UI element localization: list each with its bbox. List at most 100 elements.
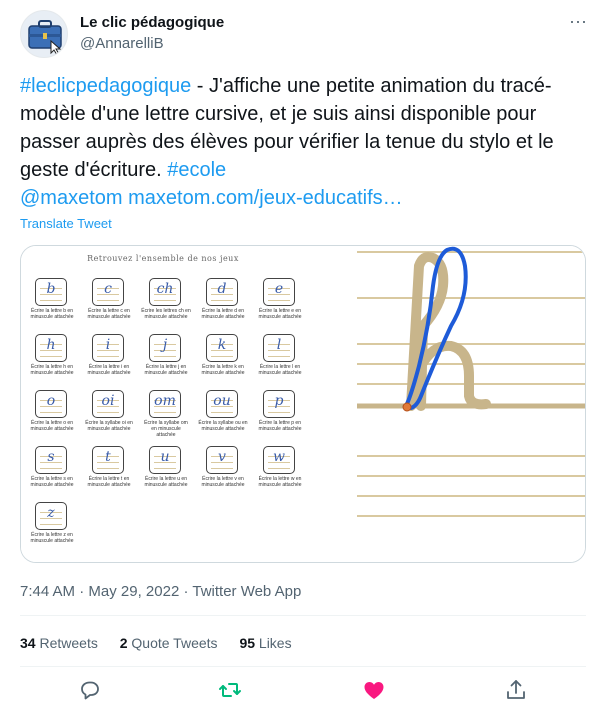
tile-caption: Écrire la lettre o en minuscule attachée: [30, 420, 74, 432]
game-tile: o Écrire la lettre o en minuscule attaché…: [30, 390, 83, 438]
hashtag-link[interactable]: #ecole: [167, 159, 226, 181]
quote-tweets-stat[interactable]: 2 Quote Tweets: [120, 635, 218, 651]
game-tile: j Écrire la lettre j en minuscule attaché…: [144, 334, 197, 382]
games-grid-image: Retrouvez l'ensemble de nos jeux b Écrire…: [21, 246, 305, 562]
reply-icon: [81, 681, 99, 700]
tile-letter: b: [46, 281, 56, 297]
likes-stat[interactable]: 95 Likes: [239, 635, 291, 651]
retweet-button[interactable]: [218, 678, 248, 708]
retweets-label: Retweets: [39, 635, 98, 651]
tweet-date[interactable]: May 29, 2022: [88, 583, 179, 600]
tile-caption: Écrire les lettres ch en minuscule attac…: [141, 308, 191, 320]
retweet-icon: [219, 683, 241, 697]
game-tile: ou Écrire la syllabe ou en minuscule atta…: [198, 390, 254, 438]
game-tile: z Écrire la lettre z en minuscule attaché…: [30, 502, 83, 550]
tile-caption: Écrire la lettre z en minuscule attachée: [30, 532, 74, 544]
more-options-button[interactable]: ···: [566, 11, 590, 34]
tile-letter: z: [47, 505, 55, 521]
like-button[interactable]: [362, 678, 392, 708]
tile-caption: Écrire la lettre s en minuscule attachée: [30, 476, 74, 488]
likes-label: Likes: [258, 635, 292, 651]
tile-thumbnail: j: [149, 334, 181, 362]
cursive-animation-image: [351, 246, 585, 562]
tile-caption: Écrire la lettre t en minuscule attachée: [87, 476, 131, 488]
retweets-stat[interactable]: 34 Retweets: [20, 635, 98, 651]
tile-thumbnail: s: [35, 446, 67, 474]
tile-caption: Écrire la syllabe om en minuscule attach…: [144, 420, 188, 438]
tile-thumbnail: b: [35, 278, 67, 306]
tile-caption: Écrire la lettre l en minuscule attachée: [258, 364, 302, 376]
game-tile: l Écrire la lettre l en minuscule attaché…: [258, 334, 311, 382]
game-tile: om Écrire la syllabe om en minuscule atta…: [144, 390, 197, 438]
tweet-text: #leclicpedagogique - J'affiche une petit…: [20, 72, 585, 212]
tile-caption: Écrire la lettre d en minuscule attachée: [201, 308, 245, 320]
author-handle[interactable]: @AnnarelliB: [80, 35, 164, 52]
heart-icon: [364, 682, 384, 699]
divider: [20, 615, 586, 616]
game-tile: w Écrire la lettre w en minuscule attaché…: [258, 446, 311, 494]
url-link[interactable]: maxetom.com/jeux-educatifs…: [128, 187, 403, 209]
tile-thumbnail: ou: [206, 390, 238, 418]
tile-letter: w: [273, 449, 285, 465]
tile-caption: Écrire la lettre u en minuscule attachée: [144, 476, 188, 488]
tile-letter: om: [154, 393, 176, 409]
grid-title: Retrouvez l'ensemble de nos jeux: [87, 254, 239, 263]
separator: ·: [179, 583, 193, 600]
share-button[interactable]: [504, 678, 534, 708]
author-name[interactable]: Le clic pédagogique: [80, 14, 224, 31]
quote-tweets-count: 2: [119, 635, 128, 651]
tile-caption: Écrire la lettre c en minuscule attachée: [87, 308, 131, 320]
avatar[interactable]: [20, 10, 68, 58]
retweets-count: 34: [20, 635, 36, 651]
tile-letter: i: [105, 337, 111, 353]
tweet-client[interactable]: Twitter Web App: [192, 583, 301, 600]
share-icon: [507, 680, 525, 699]
game-tile: b Écrire la lettre b en minuscule attaché…: [30, 278, 83, 326]
game-tile: k Écrire la lettre k en minuscule attaché…: [201, 334, 254, 382]
tile-caption: Écrire la lettre p en minuscule attachée: [258, 420, 302, 432]
likes-count: 95: [239, 635, 256, 651]
game-tile: i Écrire la lettre i en minuscule attaché…: [87, 334, 140, 382]
tweet-stats: 34 Retweets 2 Quote Tweets 95 Likes: [20, 635, 310, 651]
briefcase-logo-icon: [21, 11, 67, 57]
tile-letter: t: [105, 449, 111, 465]
tile-thumbnail: t: [92, 446, 124, 474]
tile-letter: s: [47, 449, 55, 465]
tweet-media[interactable]: Retrouvez l'ensemble de nos jeux b Écrire…: [20, 245, 586, 563]
reply-button[interactable]: [78, 678, 108, 708]
tile-thumbnail: i: [92, 334, 124, 362]
tile-caption: Écrire la lettre v en minuscule attachée: [201, 476, 245, 488]
tile-letter: v: [218, 449, 226, 465]
tile-thumbnail: h: [35, 334, 67, 362]
tile-caption: Écrire la lettre w en minuscule attachée: [258, 476, 302, 488]
tile-letter: p: [274, 393, 284, 409]
tweet-actions: [20, 678, 586, 708]
tile-thumbnail: u: [149, 446, 181, 474]
tile-thumbnail: p: [263, 390, 295, 418]
tile-thumbnail: d: [206, 278, 238, 306]
game-tile: ch Écrire les lettres ch en minuscule att…: [141, 278, 197, 326]
tile-thumbnail: v: [206, 446, 238, 474]
tile-thumbnail: oi: [92, 390, 124, 418]
mention-link[interactable]: @maxetom: [20, 187, 123, 209]
tile-letter: o: [46, 393, 56, 409]
tweet-metadata: 7:44 AM · May 29, 2022 · Twitter Web App: [20, 583, 301, 600]
more-horizontal-icon: ···: [569, 11, 587, 31]
translate-tweet-link[interactable]: Translate Tweet: [20, 216, 112, 231]
tile-thumbnail: ch: [149, 278, 181, 306]
tile-thumbnail: om: [149, 390, 181, 418]
tile-letter: l: [276, 337, 282, 353]
tile-letter: h: [46, 337, 56, 353]
game-tile: c Écrire la lettre c en minuscule attaché…: [87, 278, 140, 326]
tile-thumbnail: k: [206, 334, 238, 362]
hashtag-link[interactable]: #leclicpedagogique: [20, 75, 191, 97]
game-tile: p Écrire la lettre p en minuscule attaché…: [258, 390, 311, 438]
game-tile: oi Écrire la syllabe oi en minuscule atta…: [85, 390, 140, 438]
tile-thumbnail: w: [263, 446, 295, 474]
tile-letter: ou: [213, 393, 231, 409]
game-tile: e Écrire la lettre e en minuscule attaché…: [258, 278, 311, 326]
tile-letter: j: [162, 337, 168, 353]
tweet-time[interactable]: 7:44 AM: [20, 583, 75, 600]
game-tile: h Écrire la lettre h en minuscule attaché…: [30, 334, 83, 382]
separator: ·: [75, 583, 89, 600]
